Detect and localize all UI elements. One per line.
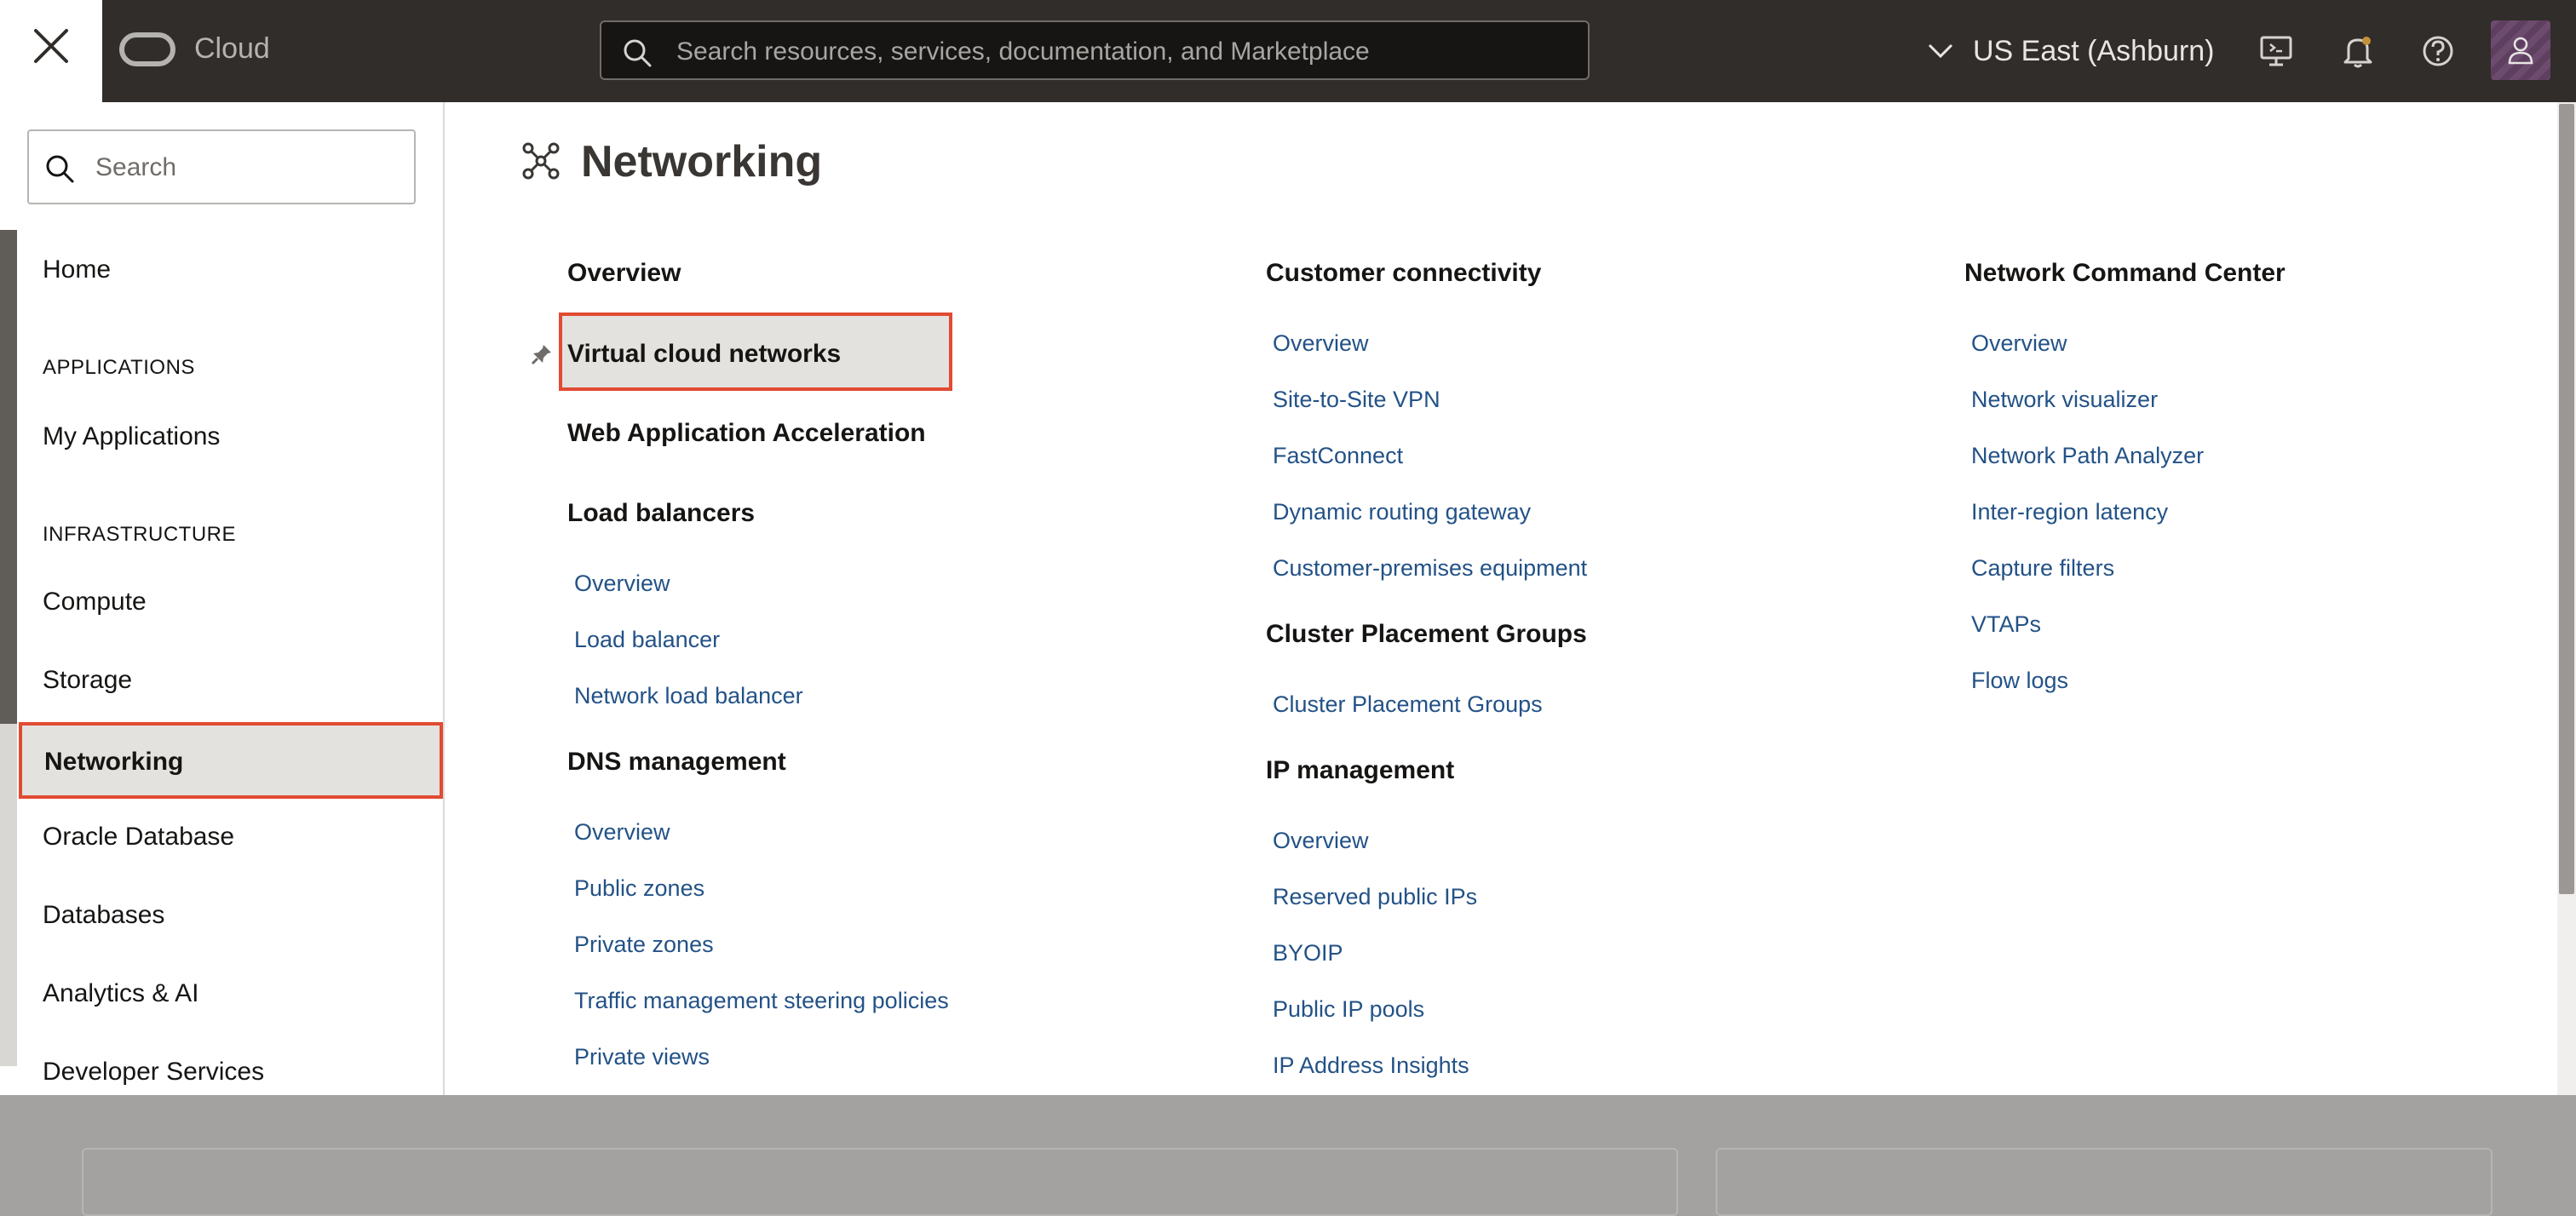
link-dynamic-routing-gateway[interactable]: Dynamic routing gateway	[1273, 499, 1531, 525]
sidebar-scrollbar-thumb[interactable]	[0, 230, 17, 724]
link-customer-premises-equipment[interactable]: Customer-premises equipment	[1273, 555, 1587, 582]
link-inter-region-latency[interactable]: Inter-region latency	[1971, 499, 2168, 525]
sidebar-item-home[interactable]: Home	[43, 255, 111, 284]
background-page	[0, 1095, 2576, 1216]
section-heading-ip-management: IP management	[1266, 756, 1455, 784]
link-network-path-analyzer[interactable]: Network Path Analyzer	[1971, 443, 2204, 469]
menu-item-overview[interactable]: Overview	[567, 259, 681, 288]
link-ip-address-insights[interactable]: IP Address Insights	[1273, 1053, 1469, 1079]
menu-item-label: Virtual cloud networks	[567, 340, 842, 368]
cloud-shell-icon[interactable]	[2257, 32, 2295, 70]
link-reserved-public-ips[interactable]: Reserved public IPs	[1273, 884, 1477, 910]
menu-item-virtual-cloud-networks[interactable]: Virtual cloud networks	[559, 313, 952, 391]
link-network-load-balancer[interactable]: Network load balancer	[574, 683, 803, 709]
pin-icon[interactable]	[530, 342, 554, 366]
sidebar-heading-infrastructure: INFRASTRUCTURE	[43, 523, 236, 546]
global-search[interactable]	[600, 20, 1590, 80]
sidebar-item-storage[interactable]: Storage	[43, 666, 132, 695]
region-label: US East (Ashburn)	[1973, 34, 2215, 67]
sidebar-search-input[interactable]	[94, 150, 404, 186]
sidebar-item-oracle-database[interactable]: Oracle Database	[43, 823, 234, 852]
link-cc-overview[interactable]: Overview	[1273, 330, 1369, 357]
top-navigation-bar: Cloud US East (Ashburn)	[0, 0, 2576, 102]
link-byoip[interactable]: BYOIP	[1273, 940, 1343, 966]
link-traffic-steering-policies[interactable]: Traffic management steering policies	[574, 988, 949, 1014]
sidebar-search[interactable]	[27, 129, 416, 204]
section-heading-network-command-center: Network Command Center	[1964, 259, 2286, 287]
link-load-balancer[interactable]: Load balancer	[574, 627, 720, 653]
menu-scrollbar-thumb[interactable]	[2559, 104, 2574, 894]
close-menu-button[interactable]	[0, 0, 102, 102]
link-public-zones[interactable]: Public zones	[574, 875, 704, 902]
link-lb-overview[interactable]: Overview	[574, 571, 670, 597]
brand-name[interactable]: Cloud	[194, 32, 270, 66]
link-ip-overview[interactable]: Overview	[1273, 828, 1369, 854]
help-icon[interactable]	[2419, 32, 2457, 70]
link-fastconnect[interactable]: FastConnect	[1273, 443, 1403, 469]
link-capture-filters[interactable]: Capture filters	[1971, 555, 2114, 582]
search-icon	[624, 39, 652, 67]
sidebar-item-networking[interactable]: Networking	[19, 722, 443, 799]
sidebar-item-databases[interactable]: Databases	[43, 901, 164, 930]
section-heading-cluster-placement-groups: Cluster Placement Groups	[1266, 620, 1587, 648]
oracle-logo[interactable]	[119, 32, 175, 66]
sidebar-item-label: Networking	[44, 748, 184, 776]
sidebar-item-analytics-ai[interactable]: Analytics & AI	[43, 979, 198, 1008]
navigation-sidebar: Home APPLICATIONS My Applications INFRAS…	[0, 102, 443, 1095]
link-private-views[interactable]: Private views	[574, 1044, 710, 1070]
section-heading-load-balancers: Load balancers	[567, 499, 756, 527]
page-title: Networking	[581, 137, 823, 186]
section-heading-customer-connectivity: Customer connectivity	[1266, 259, 1542, 287]
section-heading-dns-management: DNS management	[567, 748, 786, 776]
notifications-bell-icon[interactable]	[2339, 32, 2377, 70]
link-flow-logs[interactable]: Flow logs	[1971, 668, 2068, 694]
background-card	[1716, 1148, 2493, 1216]
user-profile-icon	[2508, 37, 2533, 65]
user-avatar[interactable]	[2491, 20, 2550, 80]
sidebar-heading-applications: APPLICATIONS	[43, 356, 195, 379]
sidebar-item-compute[interactable]: Compute	[43, 588, 147, 617]
region-selector[interactable]: US East (Ashburn)	[1927, 31, 2214, 72]
link-cluster-placement-groups[interactable]: Cluster Placement Groups	[1273, 691, 1543, 718]
networking-icon	[522, 142, 560, 180]
background-card	[82, 1148, 1678, 1216]
link-public-ip-pools[interactable]: Public IP pools	[1273, 996, 1424, 1023]
sidebar-item-my-applications[interactable]: My Applications	[43, 422, 220, 451]
link-site-to-site-vpn[interactable]: Site-to-Site VPN	[1273, 387, 1440, 413]
search-icon	[46, 155, 74, 183]
link-private-zones[interactable]: Private zones	[574, 932, 714, 958]
link-network-visualizer[interactable]: Network visualizer	[1971, 387, 2158, 413]
menu-item-web-application-acceleration[interactable]: Web Application Acceleration	[567, 419, 926, 448]
close-icon	[34, 29, 68, 63]
link-vtaps[interactable]: VTAPs	[1971, 611, 2041, 638]
global-search-input[interactable]	[675, 34, 1564, 70]
link-ncc-overview[interactable]: Overview	[1971, 330, 2067, 357]
networking-menu-panel: Networking Overview Virtual cloud networ…	[445, 102, 2557, 1095]
link-dns-overview[interactable]: Overview	[574, 819, 670, 846]
sidebar-item-developer-services[interactable]: Developer Services	[43, 1058, 264, 1087]
chevron-down-icon	[1928, 43, 1953, 59]
